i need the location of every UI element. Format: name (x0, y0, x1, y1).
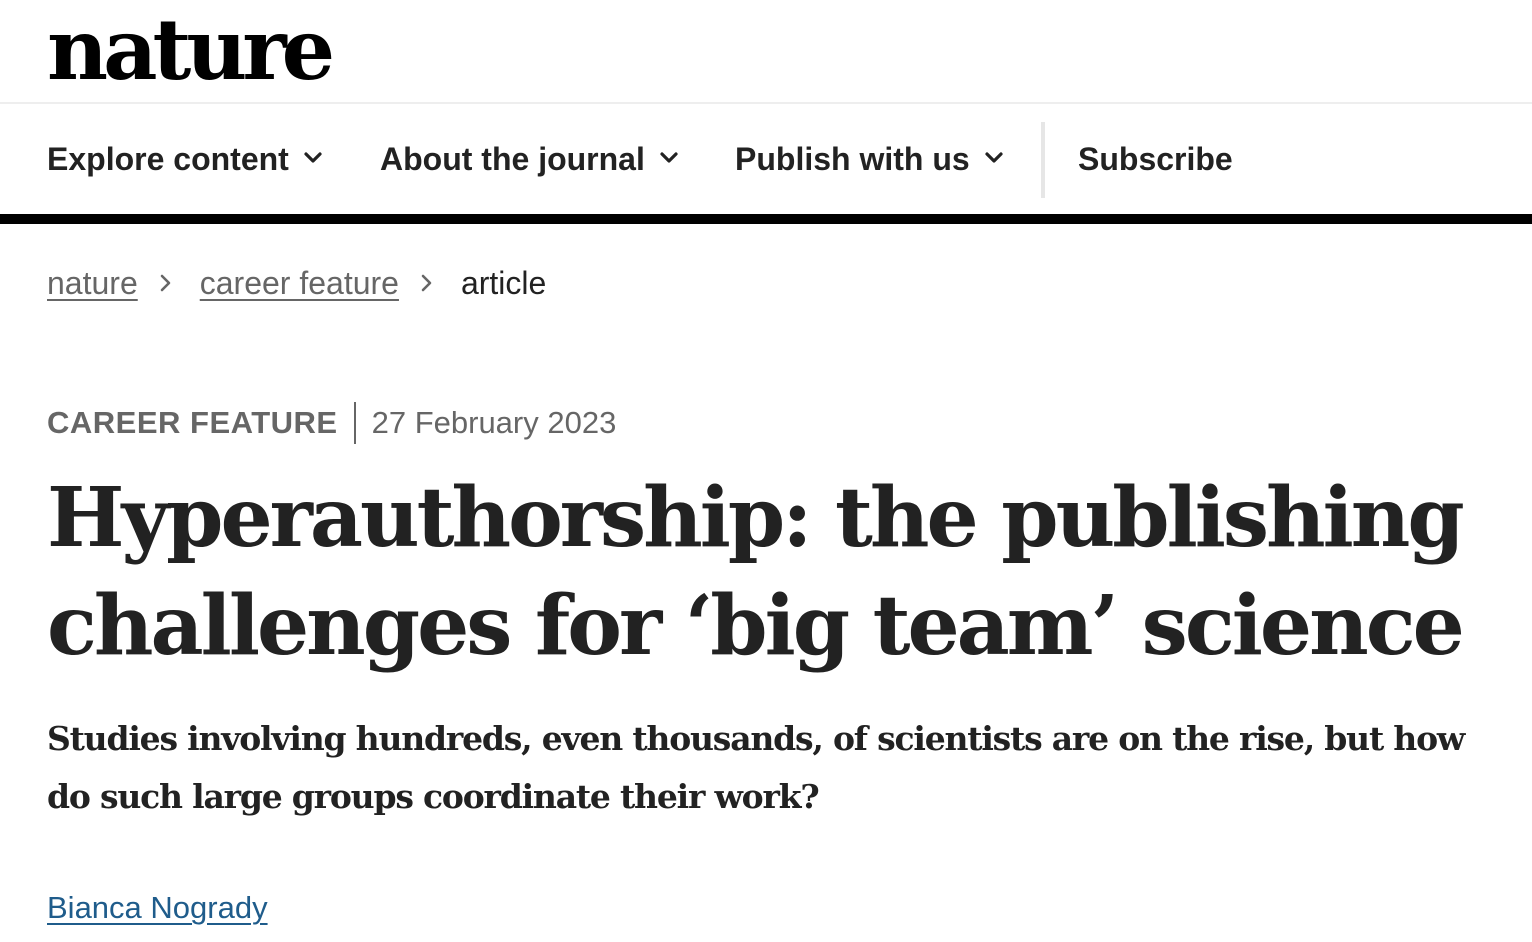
chevron-down-icon (304, 152, 322, 163)
nav-item-label: Explore content (47, 140, 289, 177)
breadcrumb-nature[interactable]: nature (47, 265, 138, 302)
breadcrumb-career-feature[interactable]: career feature (200, 265, 399, 302)
article-title-line-2: challenges for ‘big team’ science (47, 578, 1465, 674)
chevron-right-icon (160, 274, 171, 292)
site-header: nature Explore content About the journal… (0, 0, 1532, 224)
article-meta: CAREER FEATURE 27 February 2023 (47, 400, 616, 446)
breadcrumb-current: article (460, 264, 547, 301)
nav-item-label: Publish with us (735, 140, 970, 177)
nav-divider (1041, 122, 1045, 198)
article-date: 27 February 2023 (371, 405, 617, 440)
chevron-down-icon (985, 152, 1003, 163)
nav-publish-with-us[interactable]: Publish with us (735, 104, 1004, 214)
subscribe-label: Subscribe (1078, 140, 1233, 177)
nav-item-label: About the journal (380, 140, 645, 177)
chevron-right-icon (421, 274, 432, 292)
author-link[interactable]: Bianca Nogrady (47, 890, 268, 926)
article-title-line-1: Hyperauthorship: the publishing (47, 470, 1465, 566)
primary-nav: Explore content About the journal Publis… (0, 104, 1532, 224)
subscribe-link[interactable]: Subscribe (1078, 104, 1233, 214)
article-title: Hyperauthorship: the publishing challeng… (47, 464, 1487, 680)
nav-explore-content[interactable]: Explore content (47, 104, 323, 214)
article-type: CAREER FEATURE (47, 405, 338, 440)
nature-logo[interactable]: nature (47, 2, 335, 98)
chevron-down-icon (660, 152, 678, 163)
nav-about-the-journal[interactable]: About the journal (380, 104, 679, 214)
masthead: nature (0, 0, 1532, 104)
article-standfirst: Studies involving hundreds, even thousan… (47, 719, 1465, 816)
breadcrumb: nature career feature article (47, 258, 546, 308)
meta-divider (353, 402, 356, 444)
